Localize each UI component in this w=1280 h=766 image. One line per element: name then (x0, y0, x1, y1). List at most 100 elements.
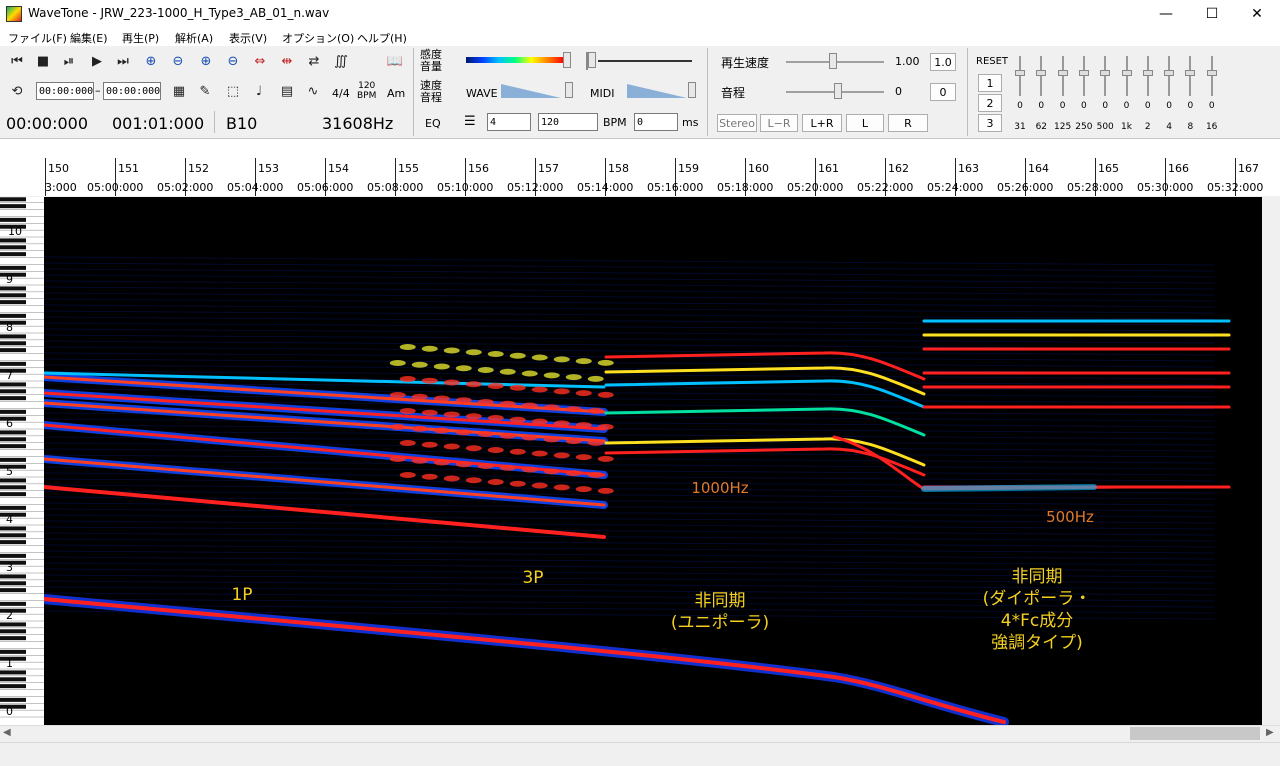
black-key[interactable] (0, 526, 26, 531)
curve-icon[interactable]: ∿ (302, 81, 324, 103)
app-icon[interactable] (6, 6, 22, 22)
range-end-input[interactable]: 00:00:000 (103, 82, 161, 100)
black-key[interactable] (0, 320, 26, 325)
play-icon[interactable]: ▶ (86, 51, 108, 73)
eq-band-track[interactable] (1104, 56, 1107, 96)
black-key[interactable] (0, 540, 26, 545)
black-key[interactable] (0, 368, 26, 373)
waveform-icon[interactable]: ∭ (330, 51, 352, 73)
expand-h-icon[interactable]: ⇔ (249, 51, 271, 73)
volume-slider[interactable] (586, 52, 696, 70)
eq-band-thumb[interactable] (1164, 70, 1175, 76)
black-key[interactable] (0, 649, 26, 654)
pitch-reset-button[interactable]: 0 (930, 83, 956, 101)
menu-file[interactable]: ファイル(F) (8, 30, 67, 46)
black-key[interactable] (0, 437, 26, 442)
black-key[interactable] (0, 430, 26, 435)
l-button[interactable]: L (846, 114, 884, 132)
midi-volume-ramp[interactable] (627, 84, 687, 98)
eq-band-track[interactable] (1061, 56, 1064, 96)
black-key[interactable] (0, 197, 26, 202)
eq-band-track[interactable] (1146, 56, 1149, 96)
black-key[interactable] (0, 300, 26, 305)
black-key[interactable] (0, 533, 26, 538)
zoom-in-freq-icon[interactable]: ⊕ (195, 51, 217, 73)
grid-icon[interactable]: ▦ (168, 81, 190, 103)
menu-edit[interactable]: 編集(E) (70, 30, 108, 46)
stereo-button[interactable]: Stereo (717, 114, 757, 132)
black-key[interactable] (0, 588, 26, 593)
black-key[interactable] (0, 238, 26, 243)
eq-band-thumb[interactable] (1121, 70, 1132, 76)
eq-band-track[interactable] (1168, 56, 1171, 96)
black-key[interactable] (0, 204, 26, 209)
eq-band-track[interactable] (1125, 56, 1128, 96)
black-key[interactable] (0, 622, 26, 627)
black-key[interactable] (0, 574, 26, 579)
close-button[interactable]: ✕ (1234, 0, 1280, 28)
black-key[interactable] (0, 389, 26, 394)
black-key[interactable] (0, 293, 26, 298)
black-key[interactable] (0, 629, 26, 634)
playback-speed-reset-button[interactable]: 1.0 (930, 53, 956, 71)
metronome-icon[interactable]: ☰ (464, 114, 476, 129)
pencil-icon[interactable]: ✎ (194, 81, 216, 103)
eq-preset-3[interactable]: 3 (978, 114, 1002, 132)
black-key[interactable] (0, 252, 26, 257)
black-key[interactable] (0, 492, 26, 497)
eq-band-track[interactable] (1040, 56, 1043, 96)
key-button[interactable]: Am (387, 87, 405, 100)
time-signature[interactable]: 4/4 (332, 87, 350, 100)
vertical-scrollbar[interactable] (1262, 197, 1280, 725)
select-icon[interactable]: ⬚ (222, 81, 244, 103)
range-start-input[interactable]: 00:00:000 (36, 82, 94, 100)
black-key[interactable] (0, 409, 26, 414)
eq-reset-button[interactable]: RESET (976, 56, 1008, 67)
black-key[interactable] (0, 512, 26, 517)
ms-input[interactable]: 0 (634, 113, 678, 131)
scroll-left-icon[interactable]: ◀ (3, 727, 11, 738)
menu-options[interactable]: オプション(O) (282, 30, 354, 46)
black-key[interactable] (0, 505, 26, 510)
black-key[interactable] (0, 684, 26, 689)
wave-volume-ramp[interactable] (501, 84, 561, 98)
eq-band-track[interactable] (1210, 56, 1213, 96)
eq-preset-1[interactable]: 1 (978, 74, 1002, 92)
eq-band-thumb[interactable] (1185, 70, 1196, 76)
playback-speed-thumb[interactable] (829, 53, 837, 69)
r-button[interactable]: R (888, 114, 928, 132)
black-key[interactable] (0, 677, 26, 682)
black-key[interactable] (0, 636, 26, 641)
shrink-h-icon[interactable]: ⇹ (276, 51, 298, 73)
menu-analyze[interactable]: 解析(A) (175, 30, 213, 46)
black-key[interactable] (0, 478, 26, 483)
zoom-out-freq-icon[interactable]: ⊖ (222, 51, 244, 73)
note-icon[interactable]: ♩ (248, 81, 270, 103)
eq-band-track[interactable] (1082, 56, 1085, 96)
black-key[interactable] (0, 348, 26, 353)
black-key[interactable] (0, 217, 26, 222)
black-key[interactable] (0, 560, 26, 565)
black-key[interactable] (0, 581, 26, 586)
scroll-right-icon[interactable]: ▶ (1266, 727, 1274, 738)
beats-input[interactable]: 4 (487, 113, 531, 131)
table-icon[interactable]: ▤ (276, 81, 298, 103)
black-key[interactable] (0, 382, 26, 387)
bpm-button[interactable]: 120 BPM (357, 81, 376, 101)
eq-band-thumb[interactable] (1036, 70, 1047, 76)
eq-band-thumb[interactable] (1078, 70, 1089, 76)
black-key[interactable] (0, 396, 26, 401)
skip-back-icon[interactable]: ⏮ (6, 51, 28, 73)
horizontal-scrollbar[interactable] (0, 725, 1280, 743)
eq-band-thumb[interactable] (1100, 70, 1111, 76)
minimize-button[interactable]: — (1143, 0, 1189, 28)
eq-band-thumb[interactable] (1015, 70, 1025, 76)
tempo-input[interactable]: 120 (538, 113, 598, 131)
black-key[interactable] (0, 697, 26, 702)
horizontal-scroll-thumb[interactable] (1130, 727, 1260, 740)
black-key[interactable] (0, 272, 26, 277)
black-key[interactable] (0, 670, 26, 675)
black-key[interactable] (0, 334, 26, 339)
black-key[interactable] (0, 286, 26, 291)
l-plus-r-button[interactable]: L+R (802, 114, 842, 132)
